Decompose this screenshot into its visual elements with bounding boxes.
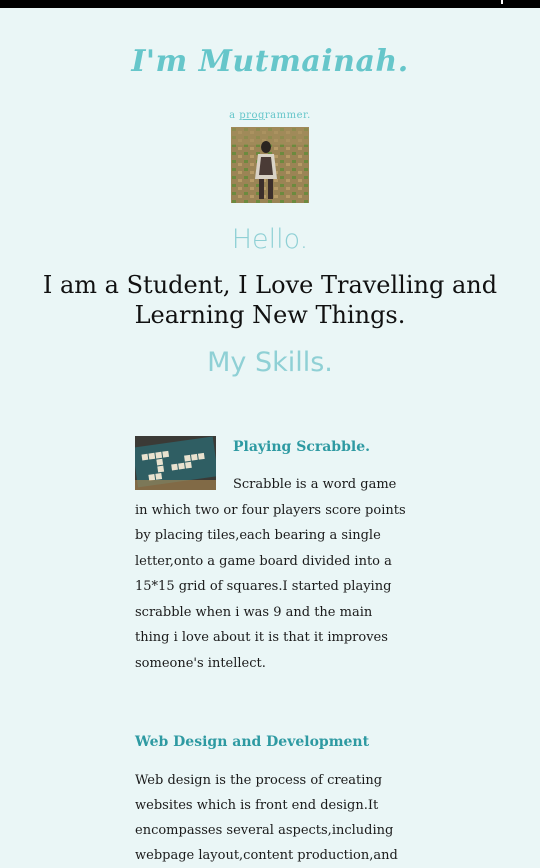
skill-description-web-design: Web design is the process of creating we…: [135, 773, 398, 863]
skill-title-scrabble: Playing Scrabble.: [233, 439, 370, 455]
skills-heading: My Skills.: [207, 347, 333, 378]
status-indicator: [501, 0, 503, 4]
site-subtitle: a programmer.: [0, 110, 540, 121]
intro-text: I am a Student, I Love Travelling and Le…: [42, 271, 498, 329]
skill-description-scrabble: Scrabble is a word game in which two or …: [135, 472, 409, 676]
status-bar: [0, 0, 540, 8]
skill-title-web-design: Web Design and Development: [135, 734, 370, 750]
skill-description-text: Scrabble is a word game in which two or …: [135, 477, 406, 671]
profile-photo: [231, 127, 309, 203]
subtitle-underlined: prog: [239, 110, 265, 121]
subtitle-prefix: a: [229, 110, 240, 121]
image-text-spacer: [135, 472, 233, 497]
greeting-heading: Hello.: [231, 224, 309, 255]
subtitle-suffix: rammer.: [264, 110, 311, 121]
site-title: I'm Mutmainah.: [131, 44, 409, 79]
